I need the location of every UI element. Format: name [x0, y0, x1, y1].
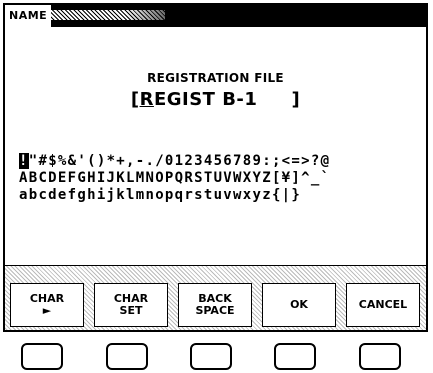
hardware-button-4[interactable]: [274, 343, 316, 370]
file-name-field[interactable]: [REGIST B-1]: [5, 89, 426, 110]
back-space-label-2: SPACE: [195, 304, 235, 317]
char-set-button[interactable]: CHAR SET: [94, 283, 168, 327]
hardware-button-1[interactable]: [21, 343, 63, 370]
title-bar: NAME: [5, 5, 426, 27]
ok-button[interactable]: OK: [262, 283, 336, 327]
character-set[interactable]: !"#$%&'()*+,-./0123456789:;<=>?@ ABCDEFG…: [19, 153, 330, 204]
hardware-button-3[interactable]: [190, 343, 232, 370]
file-name-text: EGIST B-1: [153, 89, 258, 110]
arrow-right-icon: ►: [42, 304, 52, 317]
charset-row-2[interactable]: ABCDEFGHIJKLMNOPQRSTUVWXYZ[¥]^_`: [19, 170, 330, 186]
title-fade: [125, 5, 195, 27]
charset-row-1[interactable]: "#$%&'()*+,-./0123456789:;<=>?@: [29, 153, 331, 169]
ok-label: OK: [290, 298, 308, 311]
cursor-char: R: [139, 89, 154, 110]
open-bracket: [: [130, 89, 140, 110]
lcd-screen: NAME REGISTRATION FILE [REGIST B-1] !"#$…: [3, 3, 428, 332]
close-bracket: ]: [291, 89, 301, 110]
char-next-button[interactable]: CHAR ►: [10, 283, 84, 327]
page-title: NAME: [5, 5, 52, 27]
soft-button-bar: CHAR ► CHAR SET BACK SPACE OK CANCEL: [5, 265, 426, 330]
selected-char[interactable]: !: [19, 153, 29, 169]
hardware-button-2[interactable]: [106, 343, 148, 370]
cancel-label: CANCEL: [358, 298, 408, 311]
hardware-button-5[interactable]: [359, 343, 401, 370]
back-space-button[interactable]: BACK SPACE: [178, 283, 252, 327]
cancel-button[interactable]: CANCEL: [346, 283, 420, 327]
registration-file-label: REGISTRATION FILE: [147, 71, 284, 85]
charset-row-3[interactable]: abcdefghijklmnopqrstuvwxyz{|}: [19, 187, 301, 203]
char-set-label-2: SET: [119, 304, 143, 317]
